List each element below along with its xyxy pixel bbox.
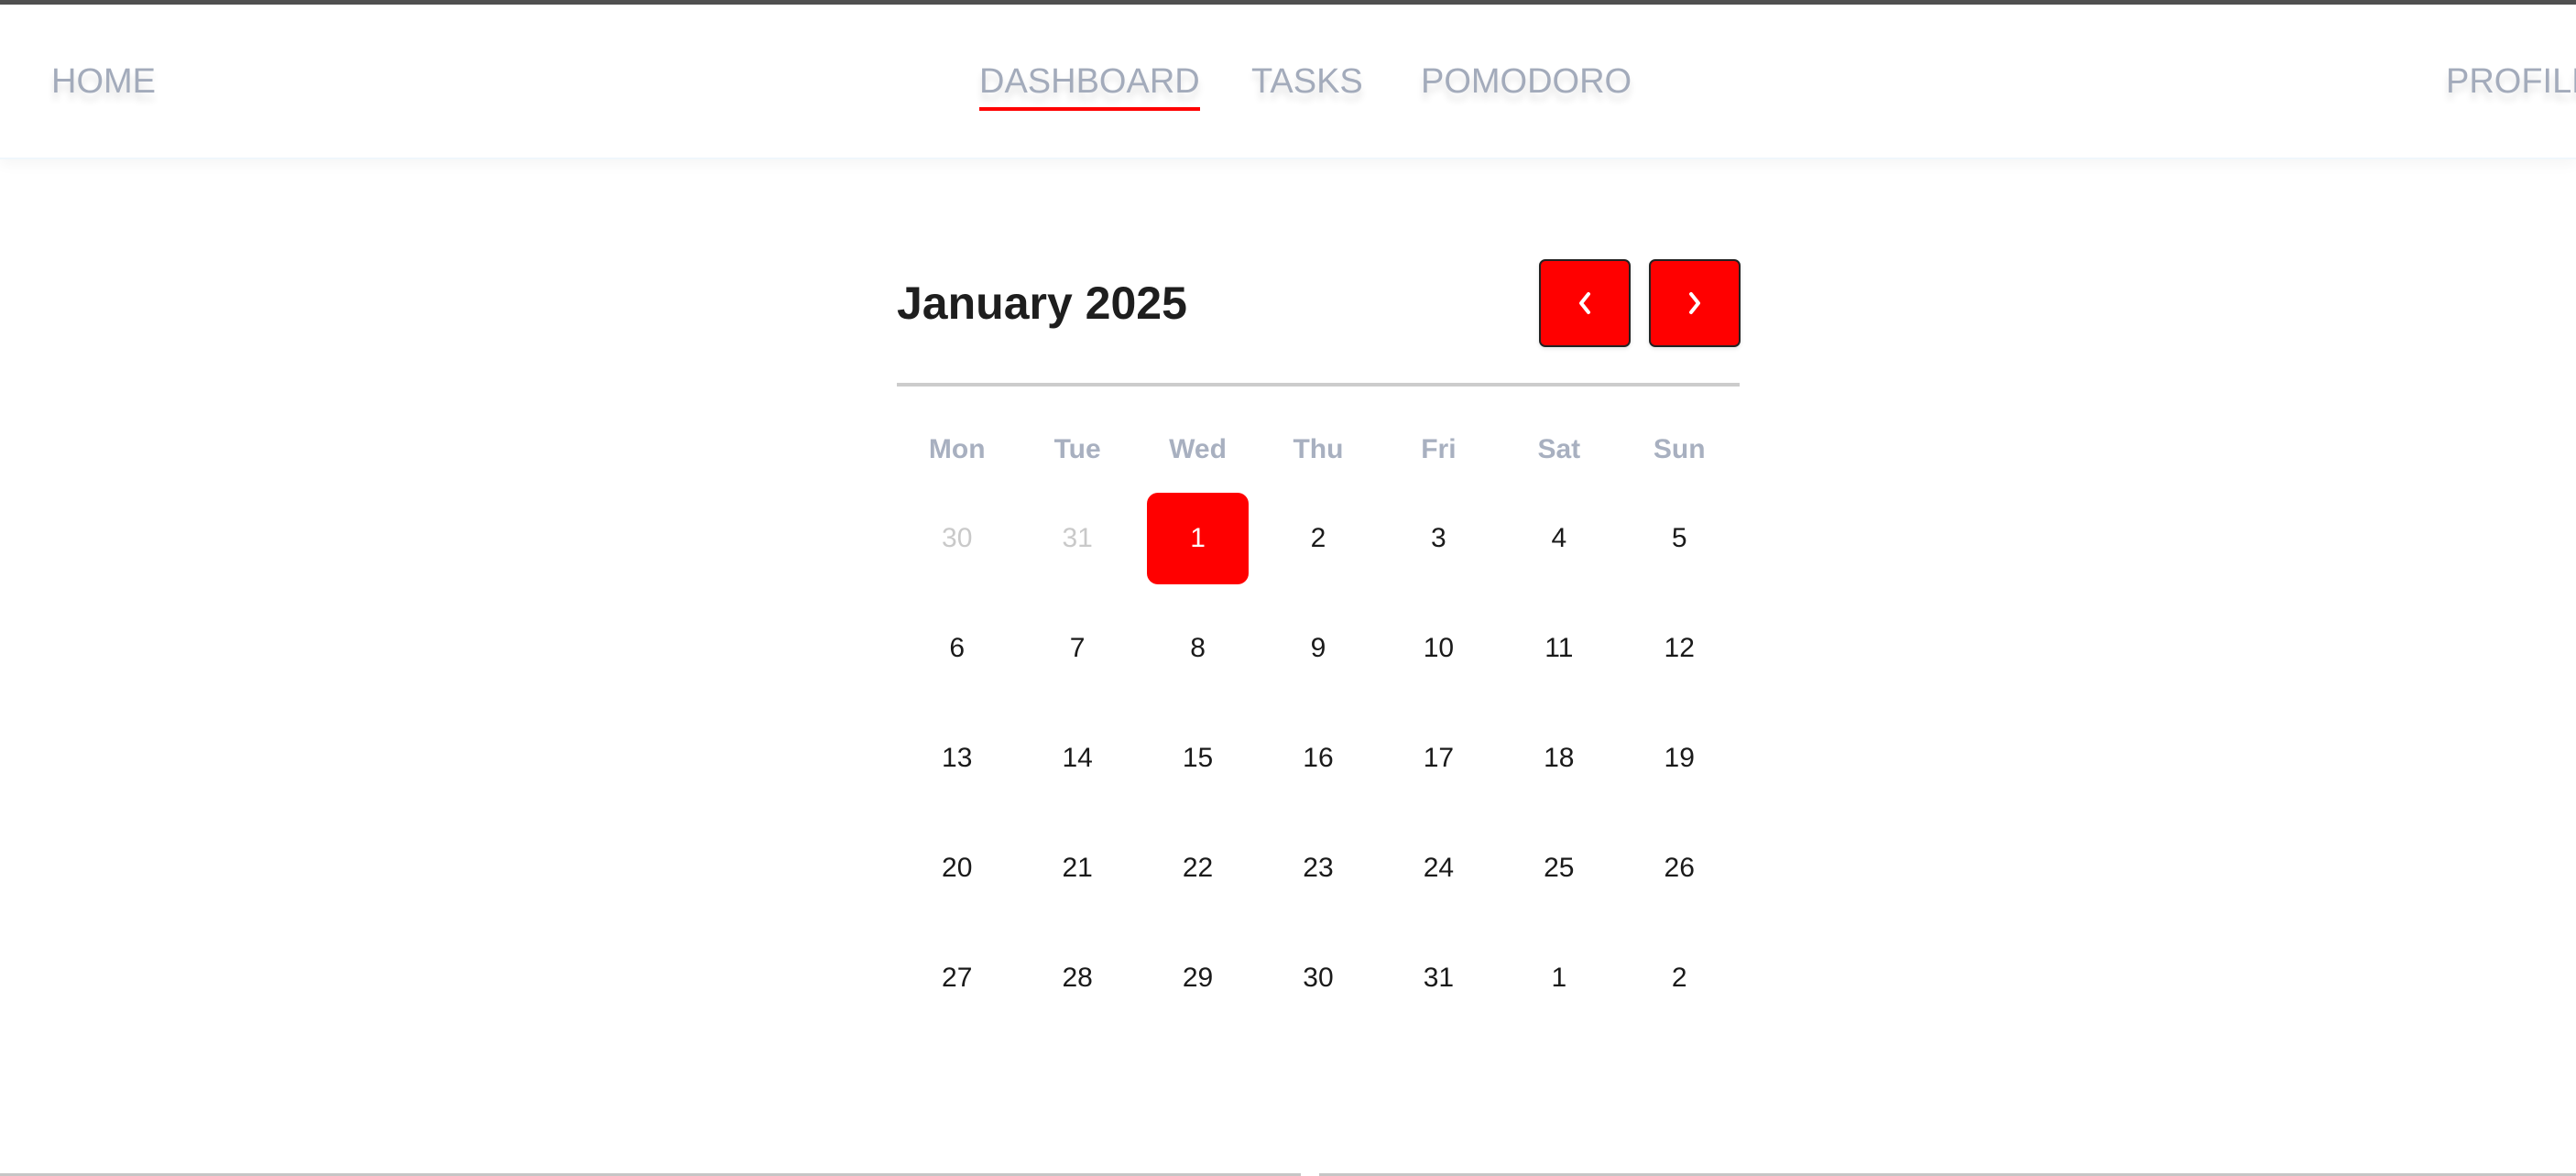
day-cell[interactable]: 29 (1138, 932, 1258, 1042)
day-cell[interactable]: 12 (1620, 603, 1740, 713)
day-number: 30 (1303, 963, 1334, 993)
day-cell[interactable]: 18 (1499, 713, 1619, 822)
day-cell-selected[interactable]: 1 (1138, 493, 1258, 603)
day-number: 8 (1190, 633, 1206, 663)
day-number: 6 (949, 633, 966, 663)
day-cell[interactable]: 14 (1017, 713, 1137, 822)
day-cell[interactable]: 22 (1138, 822, 1258, 932)
day-number: 5 (1671, 523, 1687, 553)
day-number: 9 (1310, 633, 1326, 663)
nav-dashboard[interactable]: DASHBOARD (979, 61, 1200, 111)
day-cell[interactable]: 30 (897, 493, 1017, 603)
week-row: 30 31 1 2 3 4 5 (897, 493, 1740, 603)
day-cell[interactable]: 19 (1620, 713, 1740, 822)
day-number: 16 (1303, 743, 1334, 773)
weekday-sun: Sun (1653, 434, 1706, 464)
day-cell[interactable]: 26 (1620, 822, 1740, 932)
day-number: 31 (1423, 963, 1455, 993)
day-number: 22 (1182, 853, 1214, 883)
day-cell[interactable]: 1 (1499, 932, 1619, 1042)
day-cell[interactable]: 24 (1379, 822, 1499, 932)
week-row: 27 28 29 30 31 1 2 (897, 932, 1740, 1042)
day-cell[interactable]: 28 (1017, 932, 1137, 1042)
header-divider (897, 383, 1740, 387)
day-cell[interactable]: 15 (1138, 713, 1258, 822)
day-number: 1 (1147, 493, 1250, 584)
day-number: 3 (1431, 523, 1446, 553)
day-cell[interactable]: 2 (1258, 493, 1378, 603)
day-number: 10 (1423, 633, 1455, 663)
weekday-thu: Thu (1293, 434, 1344, 464)
day-number: 24 (1423, 853, 1455, 883)
day-number: 11 (1545, 633, 1574, 663)
weekday-mon: Mon (928, 434, 986, 464)
weekday-fri: Fri (1421, 434, 1457, 464)
day-grid: 30 31 1 2 3 4 5 6 7 8 9 10 11 12 13 14 15 16 17 18 19 20 21 22 2… (897, 493, 1740, 1042)
day-cell[interactable]: 17 (1379, 713, 1499, 822)
day-number: 18 (1544, 743, 1575, 773)
weekday-wed: Wed (1169, 434, 1227, 464)
day-cell[interactable]: 25 (1499, 822, 1619, 932)
day-cell[interactable]: 27 (897, 932, 1017, 1042)
day-number: 30 (942, 523, 973, 553)
day-cell[interactable]: 2 (1620, 932, 1740, 1042)
nav-dashboard-label: DASHBOARD (979, 62, 1200, 101)
day-cell[interactable]: 11 (1499, 603, 1619, 713)
day-number: 31 (1062, 523, 1093, 553)
day-number: 12 (1664, 633, 1695, 663)
day-cell[interactable]: 5 (1620, 493, 1740, 603)
day-number: 27 (942, 963, 973, 993)
weekday-sat: Sat (1537, 434, 1581, 464)
active-tab-underline (979, 107, 1200, 111)
day-cell[interactable]: 9 (1258, 603, 1378, 713)
day-number: 7 (1069, 633, 1086, 663)
day-cell[interactable]: 31 (1017, 493, 1137, 603)
day-cell[interactable]: 31 (1379, 932, 1499, 1042)
day-number: 25 (1544, 853, 1575, 883)
weekday-tue: Tue (1053, 434, 1101, 464)
day-number: 28 (1062, 963, 1093, 993)
chevron-right-icon (1689, 292, 1700, 314)
day-cell[interactable]: 13 (897, 713, 1017, 822)
day-number: 2 (1310, 523, 1326, 553)
day-cell[interactable]: 16 (1258, 713, 1378, 822)
day-number: 21 (1062, 853, 1093, 883)
day-cell[interactable]: 20 (897, 822, 1017, 932)
day-cell[interactable]: 4 (1499, 493, 1619, 603)
day-cell[interactable]: 23 (1258, 822, 1378, 932)
day-cell[interactable]: 7 (1017, 603, 1137, 713)
weekday-header-row: Mon Tue Wed Thu Fri Sat Sun (897, 431, 1740, 468)
day-number: 17 (1423, 743, 1455, 773)
top-navigation: HOME DASHBOARD TASKS POMODORO PROFILE (0, 5, 2576, 159)
nav-home[interactable]: HOME (51, 61, 156, 102)
day-cell[interactable]: 6 (897, 603, 1017, 713)
day-cell[interactable]: 21 (1017, 822, 1137, 932)
nav-pomodoro[interactable]: POMODORO (1421, 61, 1632, 102)
day-number: 14 (1062, 743, 1093, 773)
next-month-button[interactable] (1649, 259, 1741, 347)
day-cell[interactable]: 8 (1138, 603, 1258, 713)
week-row: 13 14 15 16 17 18 19 (897, 713, 1740, 822)
day-number: 29 (1182, 963, 1214, 993)
day-number: 26 (1664, 853, 1695, 883)
day-number: 2 (1671, 963, 1687, 993)
day-cell[interactable]: 10 (1379, 603, 1499, 713)
day-number: 19 (1664, 743, 1695, 773)
day-number: 20 (942, 853, 973, 883)
week-row: 6 7 8 9 10 11 12 (897, 603, 1740, 713)
day-cell[interactable]: 30 (1258, 932, 1378, 1042)
week-row: 20 21 22 23 24 25 26 (897, 822, 1740, 932)
prev-month-button[interactable] (1539, 259, 1631, 347)
day-number: 13 (942, 743, 973, 773)
month-title: January 2025 (897, 278, 1187, 329)
day-number: 1 (1551, 963, 1567, 993)
nav-tasks[interactable]: TASKS (1251, 61, 1363, 102)
day-number: 23 (1303, 853, 1334, 883)
day-cell[interactable]: 3 (1379, 493, 1499, 603)
nav-profile[interactable]: PROFILE (2446, 61, 2576, 102)
day-number: 4 (1551, 523, 1567, 553)
chevron-left-icon (1579, 292, 1590, 314)
day-number: 15 (1182, 743, 1214, 773)
